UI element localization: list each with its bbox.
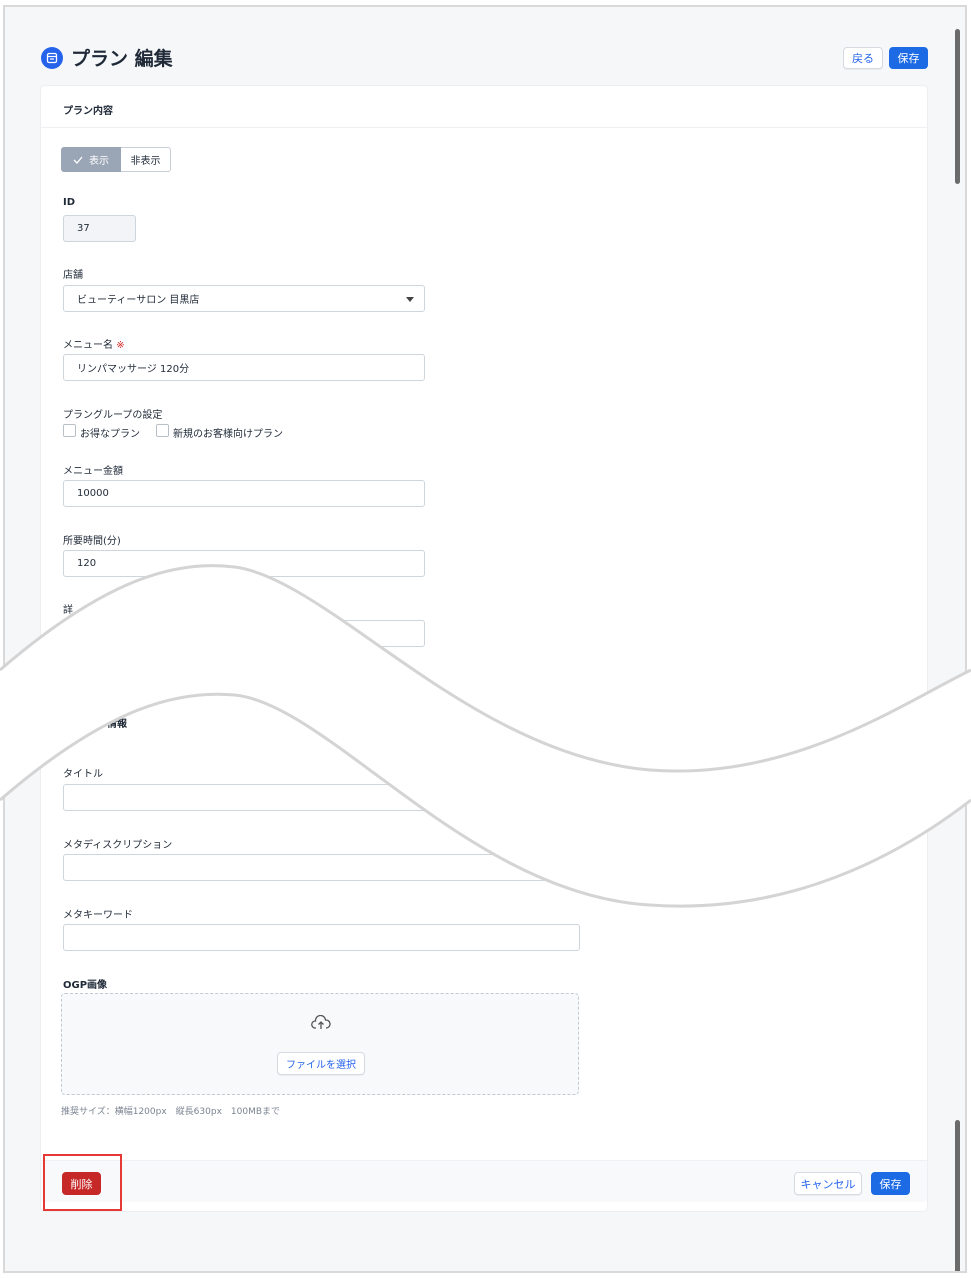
checkbox-new-customer-label: 新規のお客様向けプラン [173, 429, 283, 440]
menu-name-label: メニュー名 ※ [63, 336, 125, 351]
cancel-button[interactable]: キャンセル [794, 1172, 862, 1195]
ogp-size-hint: 推奨サイズ：横幅1200px 縦長630px 100MBまで [61, 1107, 281, 1117]
wave-break-divider [0, 564, 971, 908]
menu-name-input[interactable]: リンパマッサージ 120分 [63, 354, 425, 381]
select-file-button[interactable]: ファイルを選択 [277, 1052, 365, 1075]
checkbox-good-deal[interactable] [63, 424, 76, 437]
card-header [41, 86, 927, 128]
price-input[interactable]: 10000 [63, 480, 425, 507]
checkbox-good-deal-label: お得なプラン [80, 429, 140, 440]
header-save-button[interactable]: 保存 [889, 47, 928, 69]
toggle-hidden[interactable]: 非表示 [121, 147, 171, 172]
meta-keywords-input[interactable] [63, 924, 580, 951]
id-label: ID [63, 197, 76, 208]
toggle-visible-label: 表示 [89, 156, 109, 167]
visibility-toggle: 表示 非表示 [61, 147, 171, 172]
scrollbar-thumb[interactable] [955, 29, 960, 184]
price-label: メニュー金額 [63, 466, 123, 477]
scrollbar-thumb-lower[interactable] [955, 1120, 960, 1271]
store-label: 店舗 [63, 270, 83, 281]
page-title: プラン 編集 [71, 48, 173, 70]
duration-label: 所要時間(分) [63, 536, 121, 547]
check-icon [73, 156, 83, 164]
checkbox-new-customer[interactable] [156, 424, 169, 437]
id-field: 37 [63, 215, 136, 242]
store-select[interactable]: ビューティーサロン 目黒店 [63, 285, 425, 312]
toggle-visible[interactable]: 表示 [61, 147, 121, 172]
back-button[interactable]: 戻る [843, 47, 883, 69]
cloud-upload-icon [311, 1015, 331, 1029]
delete-highlight-box [43, 1154, 122, 1211]
required-mark: ※ [116, 340, 125, 351]
footer-save-button[interactable]: 保存 [871, 1172, 910, 1195]
ogp-dropzone[interactable]: ファイルを選択 [61, 993, 579, 1095]
chevron-down-icon [406, 297, 414, 302]
store-select-value: ビューティーサロン 目黒店 [77, 295, 200, 306]
ogp-label: OGP画像 [63, 980, 108, 991]
plan-group-label: プラングループの設定 [63, 410, 163, 421]
section-title-plan: プラン内容 [63, 106, 113, 117]
menu-name-label-text: メニュー名 [63, 340, 113, 351]
plan-icon [41, 47, 63, 69]
